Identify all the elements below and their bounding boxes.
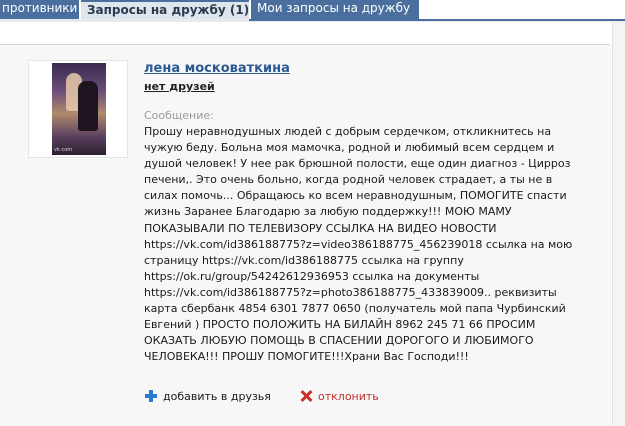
decline-label: отклонить [318,390,379,403]
avatar[interactable]: vk.com [52,63,106,155]
avatar-caption: vk.com [54,147,73,153]
requester-name-link[interactable]: лена москов­аткина [144,61,290,76]
cross-icon [300,390,312,402]
friends-count-link[interactable]: нет друзей [144,80,215,93]
tab-opponents[interactable]: противники [0,0,79,19]
message-text: Прошу неравнодушных людей с добрым серде… [144,125,573,364]
tab-bar: противники Запросы на дружбу (1) Мои зап… [0,0,625,22]
tab-my-friend-requests[interactable]: Мои запросы на дружбу [251,0,419,19]
divider [0,44,610,45]
plus-icon [145,390,157,402]
message-label: Сообщение: [144,109,214,122]
add-friend-button[interactable]: добавить в друзья [145,390,271,403]
add-friend-label: добавить в друзья [163,390,271,403]
tab-accent-line [249,19,625,21]
scrollbar-track[interactable] [612,22,625,426]
decline-button[interactable]: отклонить [300,390,379,403]
avatar-figure [78,81,98,131]
